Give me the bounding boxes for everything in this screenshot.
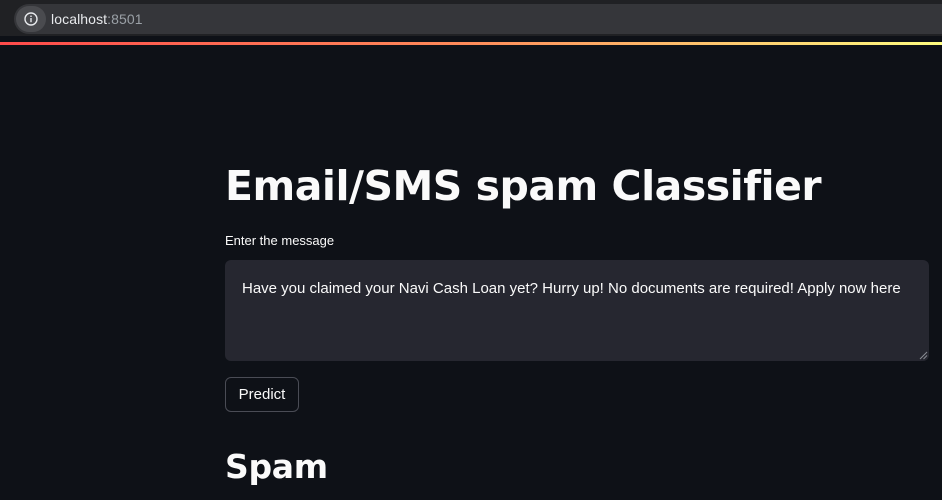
site-info-icon[interactable] [16, 6, 46, 32]
prediction-result: Spam [225, 447, 328, 486]
message-input-label: Enter the message [225, 233, 335, 248]
url-port: :8501 [107, 11, 143, 27]
message-textarea[interactable]: Have you claimed your Navi Cash Loan yet… [225, 260, 929, 361]
url-host: localhost [51, 11, 108, 27]
url-text[interactable]: localhost:8501 [51, 11, 143, 27]
resize-grip-icon[interactable] [918, 350, 928, 360]
address-bar[interactable]: localhost:8501 [14, 4, 942, 34]
page-title: Email/SMS spam Classifier [225, 162, 822, 210]
predict-button[interactable]: Predict [225, 377, 299, 412]
header-decoration-bar [0, 42, 942, 45]
browser-toolbar: localhost:8501 [0, 0, 942, 36]
message-text: Have you claimed your Navi Cash Loan yet… [242, 280, 901, 297]
